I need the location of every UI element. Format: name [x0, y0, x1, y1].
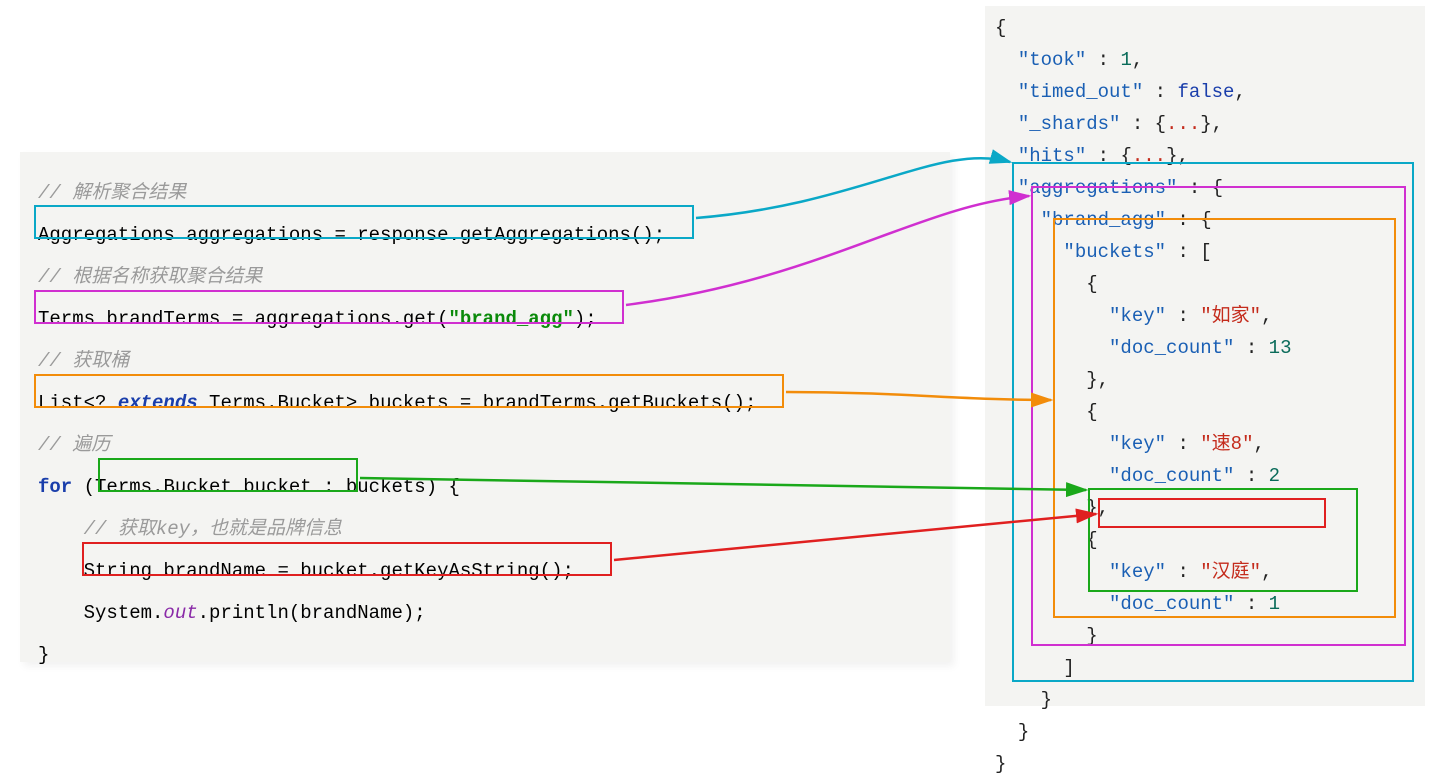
java-code-panel: // 解析聚合结果 Aggregations aggregations = re… — [20, 152, 950, 662]
json-shards: "_shards" : {...}, — [995, 108, 1415, 140]
comment-get-by-name: // 根据名称获取聚合结果 — [38, 256, 932, 298]
json-close: } — [995, 748, 1415, 780]
json-bucket1-doc: "doc_count" : 13 — [995, 332, 1415, 364]
json-bucket3-doc: "doc_count" : 1 — [995, 588, 1415, 620]
line-get-key-as-string: String brandName = bucket.getKeyAsString… — [38, 550, 932, 592]
json-bucket1-key: "key" : "如家", — [995, 300, 1415, 332]
line-get-aggregations: Aggregations aggregations = response.get… — [38, 214, 932, 256]
json-aggregations: "aggregations" : { — [995, 172, 1415, 204]
line-println: System.out.println(brandName); — [38, 592, 932, 634]
json-hits: "hits" : {...}, — [995, 140, 1415, 172]
json-bucket2-close: }, — [995, 492, 1415, 524]
line-close-brace: } — [38, 634, 932, 676]
diagram-container: // 解析聚合结果 Aggregations aggregations = re… — [0, 0, 1439, 716]
json-buckets: "buckets" : [ — [995, 236, 1415, 268]
json-response-panel: { "took" : 1, "timed_out" : false, "_sha… — [985, 6, 1425, 706]
json-bucket1-close: }, — [995, 364, 1415, 396]
line-get-buckets: List<? extends Terms.Bucket> buckets = b… — [38, 382, 932, 424]
json-bucket2-key: "key" : "速8", — [995, 428, 1415, 460]
json-bucket3-key: "key" : "汉庭", — [995, 556, 1415, 588]
line-for-loop: for (Terms.Bucket bucket : buckets) { — [38, 466, 932, 508]
json-brand-close: } — [995, 684, 1415, 716]
json-bucket3-open: { — [995, 524, 1415, 556]
json-open: { — [995, 12, 1415, 44]
json-bucket1-open: { — [995, 268, 1415, 300]
line-get-terms: Terms brandTerms = aggregations.get("bra… — [38, 298, 932, 340]
json-took: "took" : 1, — [995, 44, 1415, 76]
comment-iterate: // 遍历 — [38, 424, 932, 466]
json-buckets-close: ] — [995, 652, 1415, 684]
comment-get-buckets: // 获取桶 — [38, 340, 932, 382]
json-timed-out: "timed_out" : false, — [995, 76, 1415, 108]
json-brand-agg: "brand_agg" : { — [995, 204, 1415, 236]
json-bucket2-doc: "doc_count" : 2 — [995, 460, 1415, 492]
json-bucket3-close: } — [995, 620, 1415, 652]
json-bucket2-open: { — [995, 396, 1415, 428]
comment-get-key: // 获取key，也就是品牌信息 — [38, 508, 932, 550]
comment-parse-agg: // 解析聚合结果 — [38, 172, 932, 214]
json-aggs-close: } — [995, 716, 1415, 748]
